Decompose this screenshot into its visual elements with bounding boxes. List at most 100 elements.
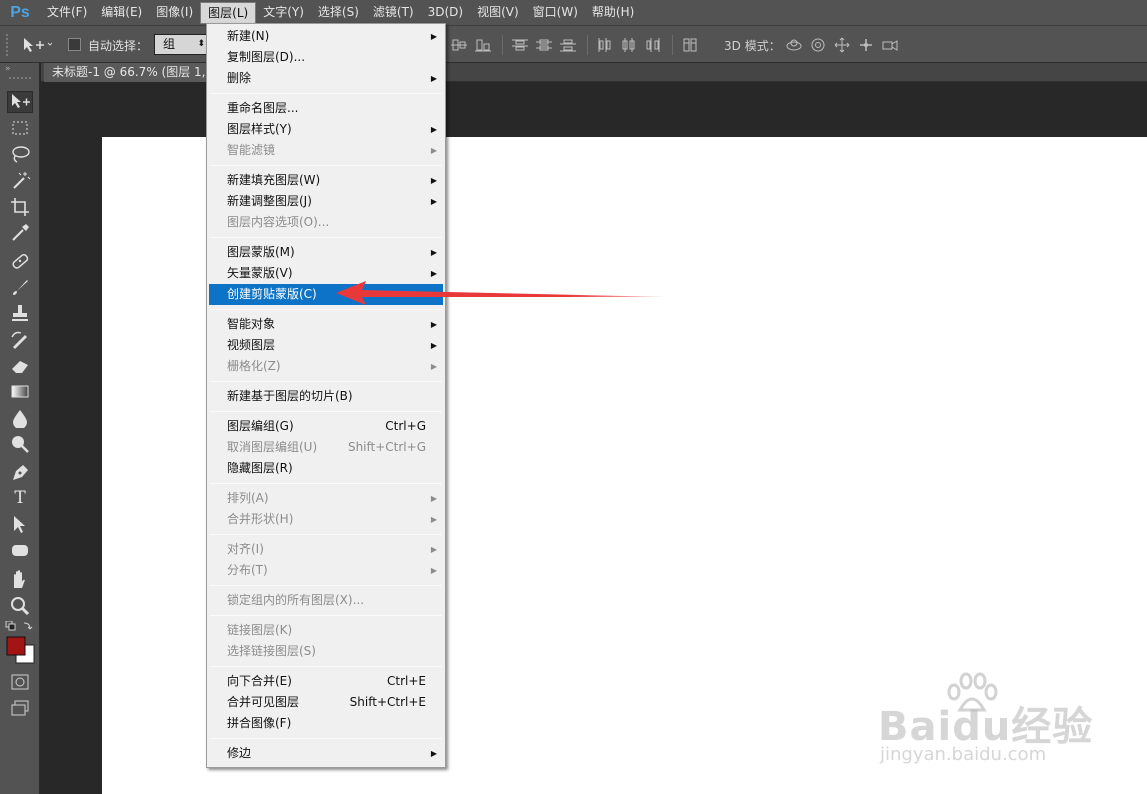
- menu-2[interactable]: 图像(I): [149, 0, 200, 25]
- layer-menu-item[interactable]: 新建调整图层(J) ▶: [207, 191, 445, 212]
- menu-0[interactable]: 文件(F): [40, 0, 94, 25]
- options-separator: [587, 35, 588, 55]
- menu-1[interactable]: 编辑(E): [94, 0, 149, 25]
- align-vertical-centers-icon[interactable]: [450, 37, 468, 53]
- history-brush-tool[interactable]: [7, 328, 33, 350]
- distribute-right-edges-icon[interactable]: [644, 37, 662, 53]
- brush-tool-icon: [13, 280, 28, 295]
- color-swatches[interactable]: [4, 621, 38, 669]
- submenu-arrow-icon: ▶: [430, 74, 437, 83]
- type-tool[interactable]: T: [7, 487, 33, 509]
- crop-tool-icon: [11, 198, 29, 216]
- menu-5[interactable]: 选择(S): [311, 0, 366, 25]
- tool-preset-picker[interactable]: [22, 36, 53, 54]
- menu-item-label: 合并形状(H): [227, 512, 294, 526]
- 3d-mode-label: 3D 模式：: [724, 39, 781, 53]
- move-tool[interactable]: [7, 91, 33, 113]
- distribute-top-edges-icon[interactable]: [511, 37, 529, 53]
- distribute-left-edges-icon[interactable]: [596, 37, 614, 53]
- gradient-tool[interactable]: [7, 380, 33, 402]
- 3d-mode-icons: [785, 37, 905, 53]
- pen-tool[interactable]: [7, 461, 33, 483]
- crop-tool[interactable]: [7, 195, 33, 217]
- auto-select-dropdown[interactable]: 组 ⬍: [154, 34, 210, 55]
- scale-3d-icon[interactable]: [881, 37, 899, 53]
- pan-3d-icon[interactable]: [833, 37, 851, 53]
- swap-colors-icon: [23, 622, 33, 630]
- menu-separator: [210, 483, 442, 484]
- expand-panel-icon[interactable]: »: [5, 64, 11, 74]
- tools-panel-header[interactable]: »: [0, 63, 40, 85]
- lasso-tool[interactable]: [7, 143, 33, 165]
- submenu-arrow-icon: ▶: [430, 515, 437, 524]
- options-grip[interactable]: [6, 34, 10, 56]
- layer-menu-item[interactable]: 图层蒙版(M) ▶: [207, 242, 445, 263]
- shape-tool[interactable]: [7, 539, 33, 561]
- photoshop-logo: Ps: [10, 3, 30, 21]
- layer-menu-item[interactable]: 修边 ▶: [207, 743, 445, 764]
- layer-menu-item[interactable]: 新建基于图层的切片(B): [207, 386, 445, 407]
- layer-menu-item[interactable]: 合并可见图层 Shift+Ctrl+E: [207, 692, 445, 713]
- layer-menu-item[interactable]: 新建(N) ▶: [207, 26, 445, 47]
- panel-grip[interactable]: [9, 77, 31, 80]
- submenu-arrow-icon: ▶: [430, 362, 437, 371]
- brush-tool[interactable]: [7, 276, 33, 298]
- menu-6[interactable]: 滤镜(T): [366, 0, 421, 25]
- layer-menu-item[interactable]: 视频图层 ▶: [207, 335, 445, 356]
- blur-tool[interactable]: [7, 407, 33, 429]
- menu-item-label: 栅格化(Z): [227, 359, 281, 373]
- distribute-bottom-edges-icon[interactable]: [559, 37, 577, 53]
- screen-mode-icon[interactable]: [10, 699, 30, 717]
- watermark-url: jingyan.baidu.com: [880, 744, 1047, 765]
- move-tool-icon: [12, 94, 30, 108]
- layer-menu-item[interactable]: 新建填充图层(W) ▶: [207, 170, 445, 191]
- layer-menu-item[interactable]: 拼合图像(F): [207, 713, 445, 734]
- roll-3d-icon[interactable]: [809, 37, 827, 53]
- distribute-horizontal-centers-icon[interactable]: [620, 37, 638, 53]
- hand-tool-icon: [14, 570, 25, 588]
- auto-select-checkbox[interactable]: [68, 38, 81, 51]
- slide-3d-icon[interactable]: [857, 37, 875, 53]
- layer-menu-item: 分布(T) ▶: [207, 560, 445, 581]
- layer-menu-item[interactable]: 重命名图层...: [207, 98, 445, 119]
- eyedropper-tool[interactable]: [7, 221, 33, 243]
- align-bottom-edges-icon[interactable]: [474, 37, 492, 53]
- auto-align-layers-icon[interactable]: [681, 37, 699, 53]
- distribute-vertical-centers-icon[interactable]: [535, 37, 553, 53]
- layer-menu-item[interactable]: 图层编组(G) Ctrl+G: [207, 416, 445, 437]
- marquee-tool[interactable]: [7, 117, 33, 139]
- path-selection-tool[interactable]: [7, 513, 33, 535]
- healing-brush-tool[interactable]: [7, 250, 33, 272]
- dodge-tool[interactable]: [7, 433, 33, 455]
- healing-brush-tool-icon: [12, 254, 29, 269]
- hand-tool[interactable]: [7, 568, 33, 590]
- menu-item-shortcut: Ctrl+G: [385, 419, 426, 433]
- layer-menu-item[interactable]: 图层样式(Y) ▶: [207, 119, 445, 140]
- menu-9[interactable]: 窗口(W): [526, 0, 585, 25]
- menu-8[interactable]: 视图(V): [470, 0, 526, 25]
- menu-10[interactable]: 帮助(H): [585, 0, 641, 25]
- menu-item-label: 复制图层(D)...: [227, 50, 306, 64]
- history-brush-tool-icon: [11, 331, 27, 349]
- layer-menu-item[interactable]: 向下合并(E) Ctrl+E: [207, 671, 445, 692]
- layer-menu-item[interactable]: 智能对象 ▶: [207, 314, 445, 335]
- layer-menu-item: 链接图层(K): [207, 620, 445, 641]
- document-tab[interactable]: 未标题-1 @ 66.7% (图层 1, R: [44, 63, 219, 82]
- quick-mask-icon[interactable]: [10, 673, 30, 691]
- layer-menu-item[interactable]: 删除 ▶: [207, 68, 445, 89]
- menu-separator: [210, 585, 442, 586]
- menu-item-label: 图层内容选项(O)...: [227, 215, 330, 229]
- rotate-3d-icon[interactable]: [785, 37, 803, 53]
- path-selection-tool-icon: [14, 516, 25, 533]
- menu-7[interactable]: 3D(D): [421, 0, 470, 25]
- menu-item-shortcut: Shift+Ctrl+E: [349, 695, 426, 709]
- layer-menu-item[interactable]: 复制图层(D)...: [207, 47, 445, 68]
- zoom-tool[interactable]: [7, 594, 33, 616]
- layer-menu-item[interactable]: 隐藏图层(R): [207, 458, 445, 479]
- magic-wand-tool[interactable]: [7, 169, 33, 191]
- menu-item-label: 锁定组内的所有图层(X)...: [227, 593, 365, 607]
- menu-3[interactable]: 图层(L): [200, 1, 257, 24]
- eraser-tool[interactable]: [7, 354, 33, 376]
- menu-4[interactable]: 文字(Y): [256, 0, 311, 25]
- clone-stamp-tool[interactable]: [7, 302, 33, 324]
